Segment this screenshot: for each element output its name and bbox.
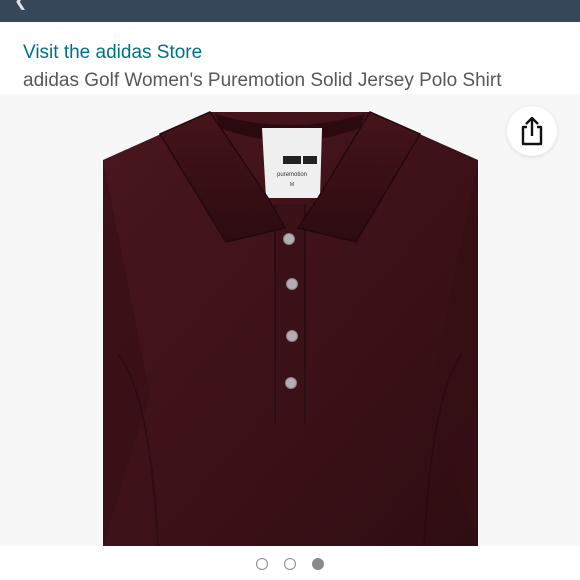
carousel-dot-2[interactable] xyxy=(284,558,296,570)
visit-store-link[interactable]: Visit the adidas Store xyxy=(23,42,202,64)
image-carousel-indicator xyxy=(0,553,580,575)
back-chevron-icon[interactable]: ❮ xyxy=(14,0,27,10)
share-button[interactable] xyxy=(507,106,557,156)
carousel-dot-1[interactable] xyxy=(256,558,268,570)
top-navigation-bar: ❮ xyxy=(0,0,580,22)
product-title: adidas Golf Women's Puremotion Solid Jer… xyxy=(23,70,502,91)
polo-shirt-image: puremotion M xyxy=(103,111,478,546)
label-size-text: M xyxy=(290,182,294,188)
carousel-dot-3[interactable] xyxy=(312,558,324,570)
product-image[interactable]: puremotion M xyxy=(0,94,580,546)
shirt-inner-label: puremotion M xyxy=(262,128,322,198)
share-icon xyxy=(521,116,543,146)
label-brand-text: puremotion xyxy=(277,172,307,178)
